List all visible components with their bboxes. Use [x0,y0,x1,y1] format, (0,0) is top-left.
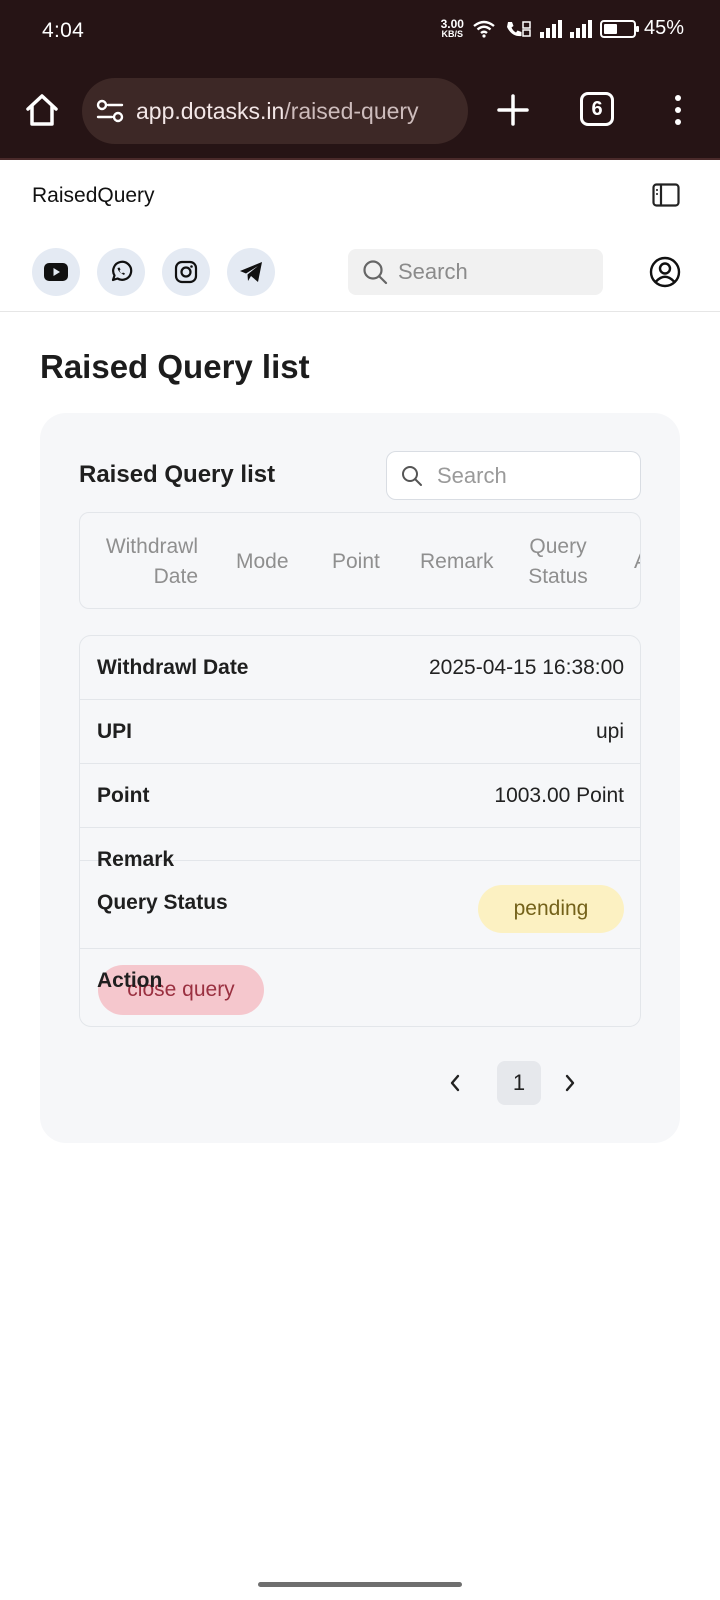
column-header-withdrawl-date[interactable]: Withdrawl Date [98,513,198,608]
status-icons: 3.00 KB/S 45% [441,17,684,40]
net-speed-unit: KB/S [441,28,464,39]
point-value: 1003.00 Point [494,784,624,807]
detail-row-point: Point 1003.00 Point [80,764,640,828]
table-header: Withdrawl Date Mode Point Remark Query S… [79,512,641,609]
instagram-link[interactable] [162,248,210,296]
column-header-point[interactable]: Point [332,513,380,608]
telegram-link[interactable] [227,248,275,296]
detail-row-mode: UPI upi [80,700,640,764]
volte-call-icon [506,20,531,37]
sidebar-toggle-icon[interactable] [652,183,680,207]
raised-query-card: Raised Query list Withdrawl Date Mode Po… [40,413,680,1143]
point-label: Point [97,784,150,807]
search-icon [402,465,422,486]
pagination: 1 [440,1061,600,1105]
home-icon[interactable] [22,90,62,130]
chevron-right-icon [565,1074,575,1092]
instagram-icon [174,260,198,284]
page-title: Raised Query list [40,348,310,385]
chevron-left-icon [450,1074,460,1092]
net-speed-value: 3.00 [440,16,464,31]
battery-level [603,23,617,34]
header-search[interactable] [348,249,603,295]
whatsapp-icon [111,260,133,282]
withdrawl-date-label: Withdrawl Date [97,656,249,679]
youtube-icon [44,263,68,281]
status-time: 4:04 [42,19,85,42]
url-path: /raised-query [284,97,419,124]
whatsapp-link[interactable] [97,248,145,296]
url-text[interactable]: app.dotasks.in/raised-query [136,98,419,125]
signal-1-icon [539,19,562,38]
column-header-remark[interactable]: Remark [420,513,494,608]
wifi-icon [473,20,495,38]
site-settings-icon[interactable] [96,99,124,123]
withdrawl-date-value: 2025-04-15 16:38:00 [429,656,624,679]
status-badge: pending [478,885,624,933]
net-speed: 3.00 KB/S [440,16,464,39]
action-label: Action [97,969,163,992]
pagination-page-1[interactable]: 1 [497,1061,541,1105]
column-header-action[interactable]: A [634,513,640,608]
home-indicator[interactable] [258,1582,462,1587]
social-links [32,248,275,296]
detail-row-action: close query Action [80,949,640,1026]
signal-2-icon [569,19,592,38]
column-header-query-status[interactable]: Query Status [526,513,590,608]
card-title: Raised Query list [79,461,276,488]
pagination-next[interactable] [555,1061,585,1105]
browser-toolbar: app.dotasks.in/raised-query 6 [0,76,720,144]
header-search-input[interactable] [398,259,588,285]
detail-row-remark: Remark [80,828,640,871]
mode-label: UPI [97,720,133,743]
youtube-link[interactable] [32,248,80,296]
detail-row-query-status: Query Status pending [80,861,640,949]
status-bar: 4:04 3.00 KB/S 45% [0,0,720,64]
card-search-input[interactable] [437,462,627,489]
telegram-icon [240,262,262,282]
query-detail-card: Withdrawl Date 2025-04-15 16:38:00 UPI u… [79,635,641,1027]
more-menu-icon[interactable] [666,90,690,130]
header-divider [0,311,720,312]
battery-percent: 45% [643,17,684,39]
column-header-mode[interactable]: Mode [236,513,289,608]
battery-icon [599,19,639,38]
app-title: RaisedQuery [32,184,155,207]
url-domain: app.dotasks.in [136,97,285,124]
url-bar[interactable]: app.dotasks.in/raised-query [82,78,468,144]
query-status-label: Query Status [97,891,228,914]
tab-switcher-button[interactable]: 6 [580,92,614,126]
search-icon [363,260,388,285]
detail-row-withdrawl-date: Withdrawl Date 2025-04-15 16:38:00 [80,636,640,700]
pagination-prev[interactable] [440,1061,470,1105]
mode-value: upi [595,720,624,743]
new-tab-icon[interactable] [496,88,530,132]
card-search[interactable] [386,451,641,500]
user-profile-icon[interactable] [649,256,681,288]
browser-chrome: 4:04 3.00 KB/S 45% app.dotasks.in/raised… [0,0,720,160]
